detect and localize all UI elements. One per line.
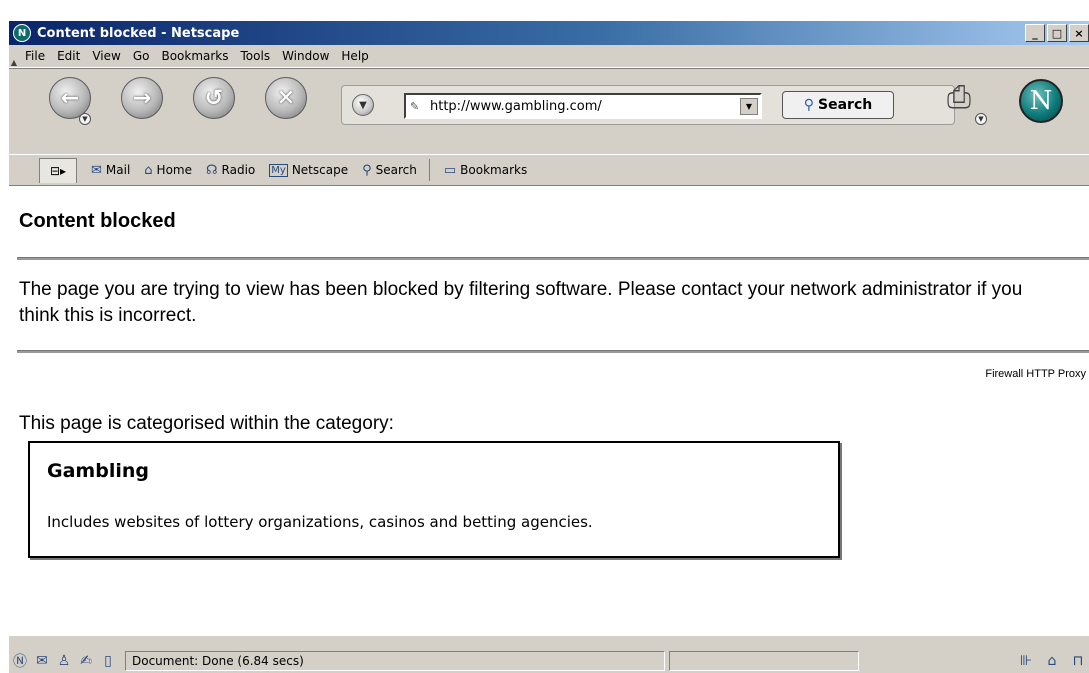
category-name: Gambling (47, 460, 149, 482)
composer-icon[interactable]: ✍ (75, 651, 97, 671)
go-dropdown-icon[interactable]: ▼ (352, 94, 374, 116)
divider-bottom (17, 350, 1089, 353)
status-progress-panel (669, 651, 859, 671)
home-icon: ⌂ (144, 162, 153, 178)
print-dropdown-icon[interactable]: ▼ (975, 113, 987, 125)
menu-bar: ▲ File Edit View Go Bookmarks Tools Wind… (9, 45, 1089, 68)
menu-go[interactable]: Go (133, 49, 150, 63)
toolbar-bookmarks[interactable]: ▭ Bookmarks (444, 163, 527, 178)
search-icon: ⚲ (362, 162, 372, 178)
url-group: ▼ ✎ http://www.gambling.com/ ▼ ⚲ Search (341, 85, 955, 125)
window-controls: _ □ × (1025, 24, 1089, 42)
menu-edit[interactable]: Edit (57, 49, 80, 63)
mail-icon: ✉ (91, 162, 102, 178)
back-history-dropdown-icon[interactable]: ▼ (79, 113, 91, 125)
category-description: Includes websites of lottery organizatio… (47, 513, 593, 531)
divider-top (17, 257, 1089, 260)
proxy-label: Firewall HTTP Proxy (985, 368, 1086, 380)
netscape-logo-icon[interactable]: N (1019, 79, 1063, 123)
stop-button[interactable]: ✕ (265, 77, 307, 119)
toolbar-home-label: Home (156, 163, 192, 177)
minimize-button[interactable]: _ (1025, 24, 1045, 42)
netscape-icon: N (13, 24, 31, 42)
print-icon[interactable]: ⎙ (939, 79, 979, 115)
mail-status-icon[interactable]: ✉ (31, 651, 53, 671)
right-arrow-icon: → (132, 85, 152, 111)
toolbar-separator (428, 159, 430, 181)
search-button-label: Search (818, 97, 873, 113)
url-bar[interactable]: ✎ http://www.gambling.com/ ▼ (404, 93, 762, 119)
url-dropdown-icon[interactable]: ▼ (740, 98, 758, 115)
toolbar-bookmarks-label: Bookmarks (460, 163, 528, 177)
url-text[interactable]: http://www.gambling.com/ (430, 99, 602, 114)
toolbar-grip-icon[interactable]: ▲ (9, 45, 19, 67)
menu-view[interactable]: View (92, 49, 120, 63)
maximize-button[interactable]: □ (1047, 24, 1067, 42)
personal-toolbar: ⊟▸ ✉ Mail ⌂ Home ☊ Radio My Netscape ⚲ S… (9, 154, 1089, 186)
toolbar-netscape[interactable]: My Netscape (269, 163, 348, 177)
window-title: Content blocked - Netscape (37, 25, 240, 41)
category-box: Gambling Includes websites of lottery or… (28, 441, 840, 558)
status-text: Document: Done (6.84 secs) (125, 651, 665, 671)
browser-window: N Content blocked - Netscape _ □ × ▲ Fil… (8, 20, 1089, 673)
address-book-icon[interactable]: ▯ (97, 651, 119, 671)
toolbar-mail-label: Mail (105, 163, 131, 177)
bookmarks-folder-icon: ▭ (443, 162, 457, 178)
page-title: Content blocked (19, 210, 176, 232)
title-bar: N Content blocked - Netscape _ □ × (9, 21, 1089, 45)
category-intro: This page is categorised within the cate… (19, 413, 394, 434)
menu-bookmarks[interactable]: Bookmarks (161, 49, 228, 63)
left-arrow-icon: ← (60, 85, 80, 111)
page-content: Content blocked The page you are trying … (9, 186, 1089, 636)
menu-file[interactable]: File (25, 49, 45, 63)
instant-messenger-icon[interactable]: ♙ (53, 651, 75, 671)
toolbar-search-label: Search (375, 163, 417, 177)
toolbar-radio[interactable]: ☊ Radio (206, 163, 255, 178)
lock-icon[interactable]: ⊓ (1067, 651, 1089, 671)
online-connection-icon[interactable]: ⊪ (1015, 651, 1037, 671)
page-proxy-icon[interactable]: ✎ (410, 100, 426, 113)
stop-x-icon: ✕ (276, 85, 296, 111)
forward-button[interactable]: → (121, 77, 163, 119)
toolbar-netscape-label: Netscape (291, 163, 349, 177)
toolbar-radio-label: Radio (221, 163, 256, 177)
security-info-icon[interactable]: ⌂ (1041, 651, 1063, 671)
menu-window[interactable]: Window (282, 49, 329, 63)
netscape-status-icon[interactable]: Ⓝ (9, 651, 31, 671)
close-button[interactable]: × (1069, 24, 1089, 42)
search-button[interactable]: ⚲ Search (782, 91, 894, 119)
my-netscape-icon: My (269, 163, 288, 177)
new-tab-button[interactable]: ⊟▸ (39, 157, 77, 183)
reload-button[interactable]: ↺ (193, 77, 235, 119)
status-bar: Ⓝ ✉ ♙ ✍ ▯ Document: Done (6.84 secs) ⊪ ⌂… (9, 648, 1089, 673)
radio-headphones-icon: ☊ (205, 162, 218, 178)
blocked-message: The page you are trying to view has been… (19, 279, 1023, 326)
toolbar-search[interactable]: ⚲ Search (362, 163, 417, 178)
status-right-icons: ⊪ ⌂ ⊓ (1015, 651, 1089, 671)
magnifier-icon: ⚲ (803, 97, 815, 113)
menu-tools[interactable]: Tools (241, 49, 271, 63)
toolbar-mail[interactable]: ✉ Mail (91, 163, 130, 178)
reload-icon: ↺ (204, 85, 224, 111)
toolbar-home[interactable]: ⌂ Home (144, 163, 192, 178)
navigation-toolbar: ← ▼ → ↺ ✕ ▼ ✎ http://www.gambling.com/ ▼… (9, 68, 1089, 155)
menu-help[interactable]: Help (341, 49, 368, 63)
